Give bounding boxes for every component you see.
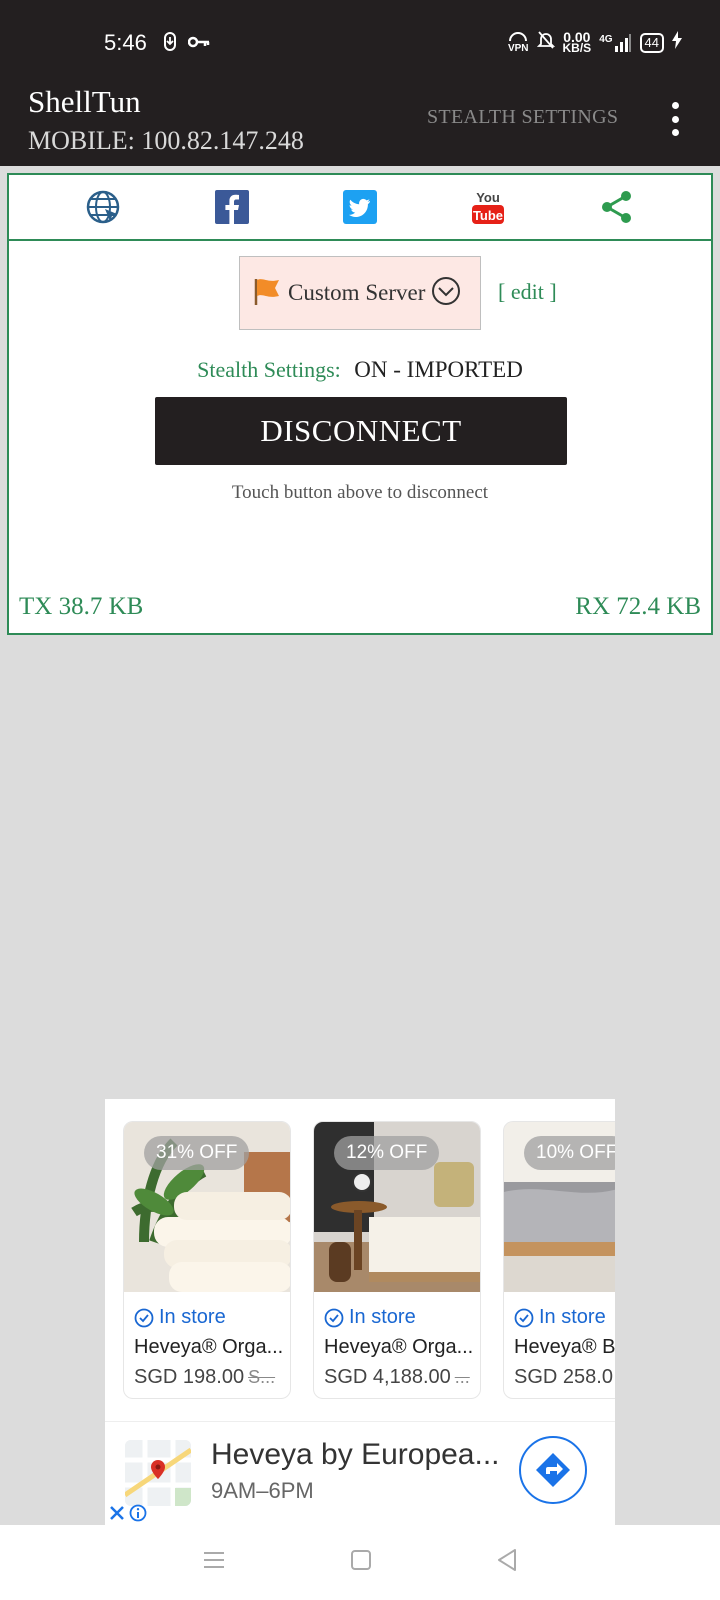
vpn-icon: VPN <box>507 32 529 54</box>
product-image: 10% OFF <box>504 1122 615 1292</box>
check-circle-icon <box>134 1308 154 1327</box>
availability-label: In store <box>539 1306 606 1328</box>
stealth-settings-button[interactable]: STEALTH SETTINGS <box>427 106 618 129</box>
status-right-icons: VPN 0.00 KB/S 4G 44 <box>508 30 682 55</box>
availability-label: In store <box>349 1306 416 1328</box>
old-price: ... <box>454 1367 470 1387</box>
discount-badge: 10% OFF <box>524 1136 615 1170</box>
dot-icon <box>671 115 679 123</box>
facebook-icon[interactable] <box>212 187 252 227</box>
server-selector[interactable]: Custom Server <box>239 256 481 330</box>
in-store-status: In store <box>514 1306 606 1329</box>
in-store-status: In store <box>134 1306 226 1329</box>
web-icon[interactable] <box>83 187 123 227</box>
old-price: S... <box>248 1367 276 1387</box>
bell-muted-icon <box>536 30 555 55</box>
check-circle-icon <box>514 1308 534 1327</box>
stealth-value: ON - IMPORTED <box>354 357 523 382</box>
svg-text:Tube: Tube <box>473 208 503 223</box>
product-name: Heveya® Orga... <box>324 1336 474 1358</box>
net-speed-unit: KB/S <box>562 40 592 55</box>
directions-button[interactable] <box>519 1436 587 1504</box>
svg-text:You: You <box>477 190 501 205</box>
info-icon <box>129 1504 147 1522</box>
store-info[interactable]: Heveya by Europea... 9AM–6PM <box>105 1421 615 1525</box>
product-carousel[interactable]: 31% OFF In store Heveya® Orga... SGD 198… <box>123 1121 615 1399</box>
product-card[interactable]: 10% OFF In store Heveya® Ba SGD 258.0 <box>503 1121 615 1399</box>
signal-icon: 4G <box>599 33 631 52</box>
flag-icon <box>252 276 282 311</box>
close-icon <box>110 1506 124 1520</box>
vpn-label: VPN <box>507 43 529 54</box>
dot-icon <box>671 129 679 136</box>
disconnect-button[interactable]: DISCONNECT <box>155 397 567 465</box>
twitter-icon[interactable] <box>340 187 380 227</box>
in-store-status: In store <box>324 1306 416 1329</box>
product-image: 31% OFF <box>124 1122 290 1292</box>
edit-server-link[interactable]: [ edit ] <box>498 279 557 305</box>
rx-counter: RX 72.4 KB <box>575 593 701 620</box>
product-card[interactable]: 31% OFF In store Heveya® Orga... SGD 198… <box>123 1121 291 1399</box>
status-time: 5:46 <box>104 30 147 55</box>
stealth-status: Stealth Settings: ON - IMPORTED <box>9 357 711 383</box>
ad-banner[interactable]: 31% OFF In store Heveya® Orga... SGD 198… <box>105 1099 615 1525</box>
product-name: Heveya® Orga... <box>134 1336 284 1358</box>
map-thumbnail <box>125 1440 191 1506</box>
product-name: Heveya® Ba <box>514 1336 615 1358</box>
download-icon <box>162 32 178 57</box>
battery-level: 44 <box>639 32 664 53</box>
current-price: SGD 198.00 <box>134 1366 245 1388</box>
back-icon[interactable] <box>496 1548 518 1577</box>
directions-icon <box>536 1453 570 1487</box>
availability-label: In store <box>159 1306 226 1328</box>
ad-choices[interactable] <box>109 1504 147 1522</box>
discount-badge: 12% OFF <box>334 1136 440 1170</box>
product-price: SGD 4,188.00... <box>324 1366 470 1389</box>
tx-counter: TX 38.7 KB <box>19 593 144 620</box>
home-icon[interactable] <box>350 1549 372 1576</box>
top-bar: 5:46 VPN 0.00 KB/S 4G 44 ShellTun MOBILE… <box>0 0 720 166</box>
current-price: SGD 258.0 <box>514 1366 613 1388</box>
social-bar: You Tube <box>9 175 711 241</box>
youtube-icon[interactable]: You Tube <box>468 187 508 227</box>
product-price: SGD 258.0 <box>514 1366 615 1389</box>
disconnect-hint: Touch button above to disconnect <box>231 482 489 503</box>
stealth-label: Stealth Settings: <box>197 357 341 382</box>
main-panel: You Tube Custom Server [ edit ] Stealth S… <box>7 173 713 635</box>
server-name: Custom Server <box>288 280 426 305</box>
app-title: ShellTun <box>28 84 141 119</box>
store-hours: 9AM–6PM <box>211 1478 314 1503</box>
dot-icon <box>671 102 679 109</box>
charging-icon <box>672 31 682 54</box>
chevron-down-icon <box>431 276 461 311</box>
system-nav-bar <box>0 1525 720 1600</box>
key-icon <box>187 35 210 54</box>
check-circle-icon <box>324 1308 344 1327</box>
status-left-icons <box>162 32 210 57</box>
ip-address: MOBILE: 100.82.147.248 <box>28 126 304 155</box>
current-price: SGD 4,188.00 <box>324 1366 451 1388</box>
net-speed: 0.00 KB/S <box>562 30 592 55</box>
store-name: Heveya by Europea... <box>211 1438 500 1471</box>
discount-badge: 31% OFF <box>144 1136 250 1170</box>
menu-icon[interactable] <box>202 1550 226 1575</box>
overflow-menu-button[interactable] <box>668 102 682 136</box>
product-image: 12% OFF <box>314 1122 480 1292</box>
product-card[interactable]: 12% OFF In store Heveya® Orga... SGD 4,1… <box>313 1121 481 1399</box>
share-icon[interactable] <box>597 187 637 227</box>
product-price: SGD 198.00 S... <box>134 1366 275 1389</box>
network-type: 4G <box>599 33 613 45</box>
